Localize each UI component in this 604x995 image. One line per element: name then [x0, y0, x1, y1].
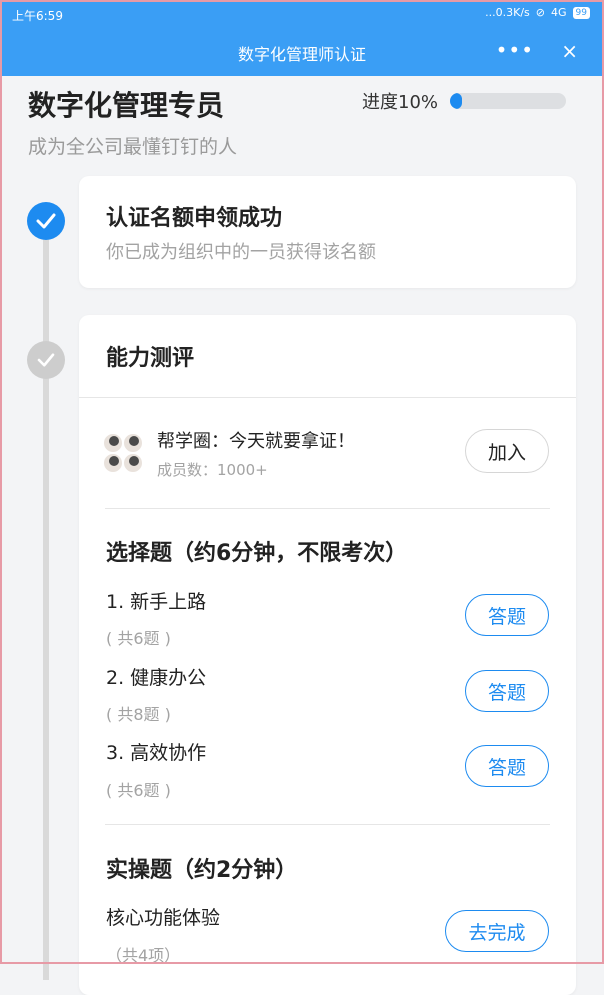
alarm-off-icon: ⊘	[535, 6, 546, 19]
quiz-item-label: 2. 健康办公	[106, 667, 207, 689]
quiz-item-count: ( 共6题 )	[106, 781, 171, 800]
step-quota-title: 认证名额申领成功	[106, 206, 283, 231]
status-bar: 上午6:59 ...0.3K/s ⊘ 4G 99	[0, 0, 604, 28]
quiz-item-label: 1. 新手上路	[106, 591, 207, 613]
divider	[105, 824, 550, 825]
answer-button[interactable]: 答题	[465, 594, 549, 636]
progress-bar-fill	[450, 93, 462, 109]
join-group-button[interactable]: 加入	[465, 429, 549, 473]
answer-button[interactable]: 答题	[465, 745, 549, 787]
more-options-icon[interactable]: •••	[496, 38, 534, 62]
cert-subtitle: 成为全公司最懂钉钉的人	[28, 136, 238, 158]
answer-button[interactable]: 答题	[465, 670, 549, 712]
timeline-line	[43, 220, 49, 980]
choice-section-title: 选择题（约6分钟，不限考次）	[106, 541, 408, 566]
progress-label: 进度10%	[362, 92, 439, 113]
network-speed: ...0.3K/s	[485, 6, 530, 19]
progress-bar	[450, 93, 567, 109]
group-name: 帮学圈：今天就要拿证！	[157, 431, 355, 452]
divider	[79, 397, 576, 398]
battery-icon: 99	[572, 6, 590, 19]
avatar	[103, 453, 123, 473]
cert-title: 数字化管理专员	[28, 89, 225, 122]
close-icon[interactable]: ×	[561, 39, 578, 63]
signal-4g: 4G	[551, 6, 567, 19]
go-complete-button[interactable]: 去完成	[445, 910, 549, 952]
group-member-count: 成员数：1000+	[157, 461, 268, 479]
avatar	[123, 433, 143, 453]
progress-indicator: 进度10%	[362, 88, 567, 114]
status-indicators: ...0.3K/s ⊘ 4G 99	[485, 6, 590, 19]
avatar	[123, 453, 143, 473]
step-assessment-card: 能力测评 帮学圈：今天就要拿证！ 成员数：1000+ 加入 选择题（约6分钟，不…	[79, 315, 576, 995]
step-pending-check-icon	[27, 341, 65, 379]
practice-item-label: 核心功能体验	[106, 907, 221, 929]
step-quota-desc: 你已成为组织中的一员获得该名额	[106, 242, 376, 263]
cert-header: 数字化管理专员 成为全公司最懂钉钉的人	[28, 84, 237, 159]
title-bar: 数字化管理师认证 ••• ×	[0, 28, 604, 76]
quiz-item-count: ( 共6题 )	[106, 629, 171, 648]
group-avatar	[103, 433, 143, 473]
status-time: 上午6:59	[12, 9, 63, 23]
quiz-item-count: ( 共8题 )	[106, 705, 171, 724]
quiz-item-label: 3. 高效协作	[106, 742, 207, 764]
practice-item-count: （共4项）	[106, 946, 181, 965]
step-quota-card: 认证名额申领成功 你已成为组织中的一员获得该名额	[79, 176, 576, 288]
avatar	[103, 433, 123, 453]
practice-section-title: 实操题（约2分钟）	[106, 858, 298, 883]
step-assessment-title: 能力测评	[106, 346, 195, 371]
divider	[105, 508, 550, 509]
step-done-check-icon	[27, 202, 65, 240]
